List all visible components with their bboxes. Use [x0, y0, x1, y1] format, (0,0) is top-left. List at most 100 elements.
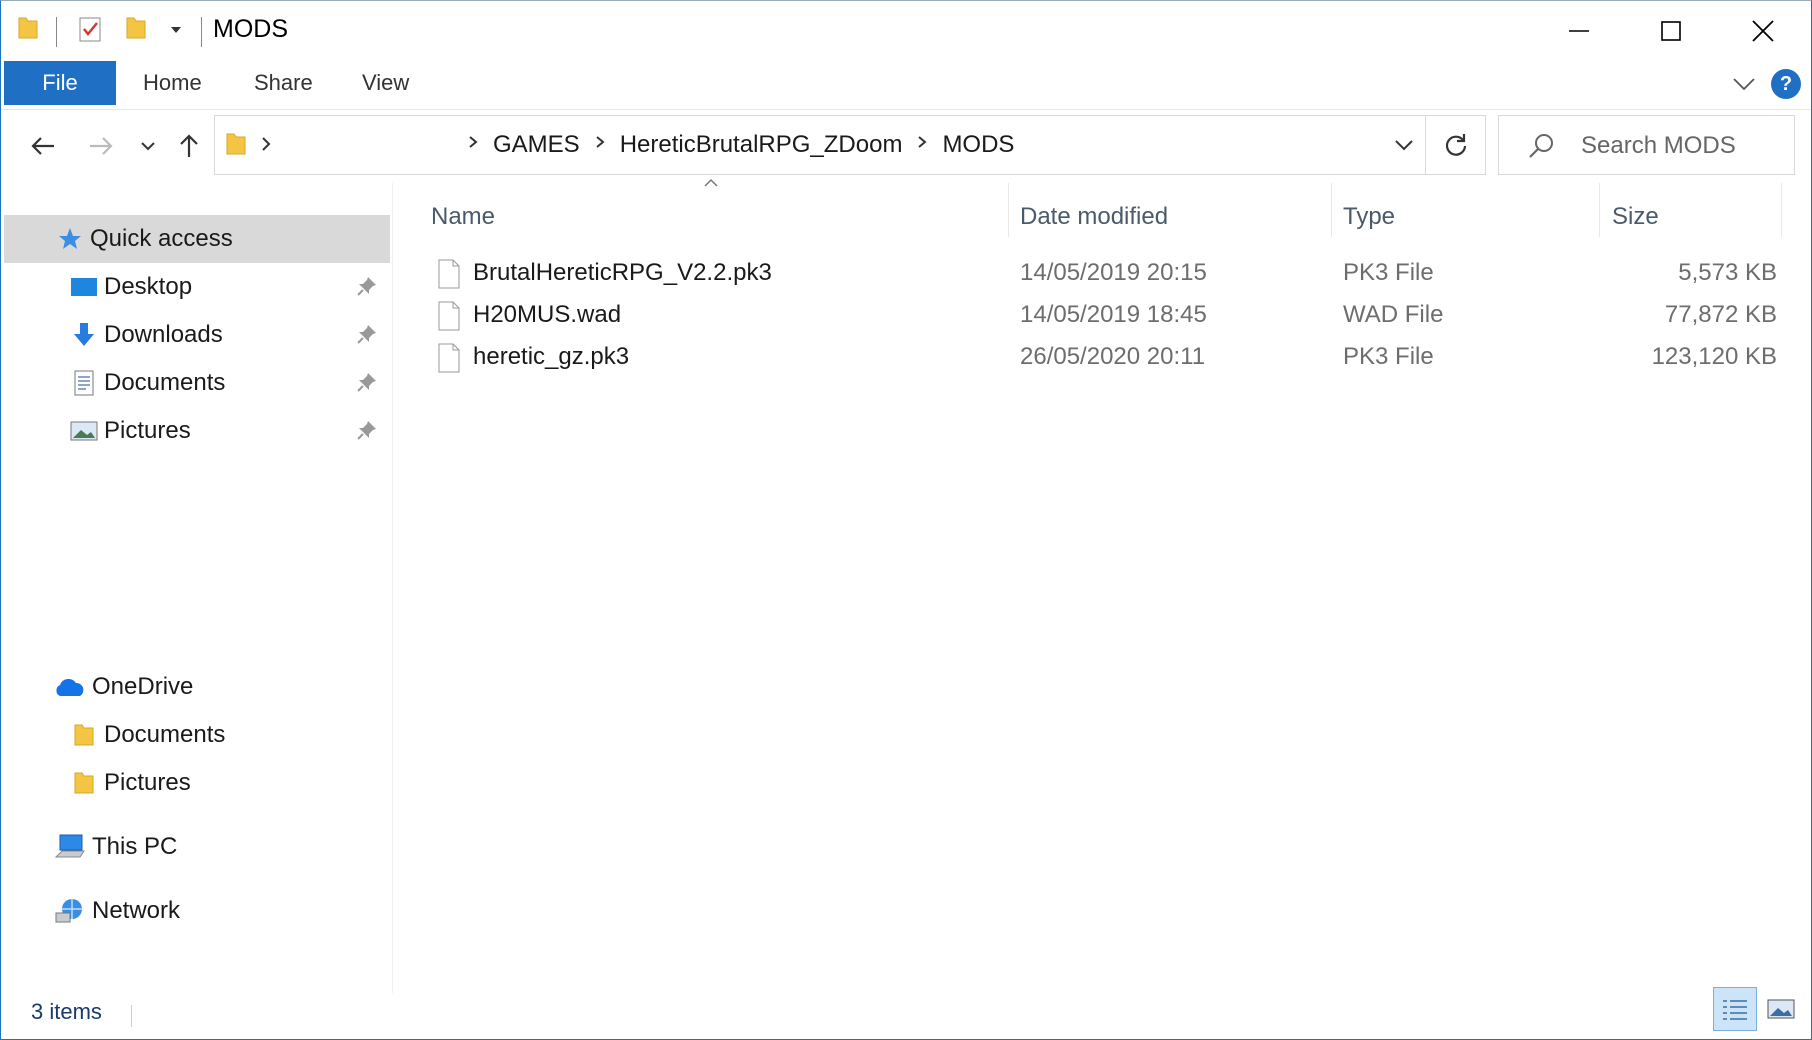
address-bar[interactable]: GAMES HereticBrutalRPG_ZDoom MODS [214, 115, 1486, 175]
sidebar-item-pictures[interactable]: Pictures [4, 407, 390, 455]
expand-ribbon-icon[interactable] [1729, 69, 1759, 99]
sidebar-item-onedrive[interactable]: OneDrive [4, 663, 390, 711]
chevron-down-icon [1395, 140, 1413, 151]
navigation-pane: Quick access Desktop Downloads Documents… [4, 201, 390, 991]
folder-icon [70, 769, 98, 797]
up-button[interactable] [169, 121, 209, 171]
sidebar-item-label: Desktop [104, 273, 193, 300]
chevron-right-icon[interactable] [594, 132, 606, 158]
folder-icon [225, 130, 247, 163]
file-date-modified: 14/05/2019 20:15 [1020, 259, 1207, 286]
column-header-type[interactable]: Type [1343, 191, 1395, 243]
file-date-modified: 26/05/2020 20:11 [1020, 343, 1206, 370]
file-row[interactable]: H20MUS.wad 14/05/2019 18:45 WAD File 77,… [429, 293, 1777, 335]
breadcrumb: GAMES HereticBrutalRPG_ZDoom MODS [453, 116, 1014, 174]
sidebar-item-label: Pictures [104, 769, 191, 796]
pictures-icon [70, 417, 98, 445]
minimize-icon [1569, 30, 1589, 32]
close-button[interactable] [1717, 1, 1809, 61]
sidebar-item-label: Documents [104, 369, 226, 396]
folder-icon [70, 721, 98, 749]
sidebar-item-label: Documents [104, 721, 226, 748]
pin-icon[interactable] [356, 371, 378, 400]
file-row[interactable]: BrutalHereticRPG_V2.2.pk3 14/05/2019 20:… [429, 251, 1777, 293]
help-button[interactable]: ? [1771, 69, 1801, 99]
toolbar-separator [56, 17, 57, 47]
chevron-right-icon[interactable] [259, 130, 273, 164]
search-input[interactable] [1579, 116, 1783, 176]
explorer-window: MODS File Home Share View ? GAMES Hereti… [0, 0, 1812, 1040]
tab-share[interactable]: Share [254, 61, 313, 105]
downloads-icon [70, 321, 98, 349]
breadcrumb-item-games[interactable]: GAMES [493, 131, 580, 159]
sidebar-item-label: Network [92, 897, 181, 924]
folder-icon[interactable] [17, 15, 39, 46]
properties-icon[interactable] [77, 15, 103, 48]
close-icon [1752, 20, 1774, 42]
tab-file[interactable]: File [4, 61, 116, 105]
file-date-modified: 14/05/2019 18:45 [1020, 301, 1207, 328]
details-view-icon [1723, 1000, 1747, 1020]
status-item-count: 3 items [31, 999, 102, 1024]
sidebar-item-network[interactable]: Network [4, 887, 390, 935]
chevron-right-icon[interactable] [916, 132, 928, 158]
sidebar-item-label: OneDrive [92, 673, 194, 700]
recent-locations-button[interactable] [128, 121, 168, 171]
title-bar: MODS [1, 1, 1811, 61]
back-arrow-icon [31, 137, 54, 155]
minimize-button[interactable] [1533, 1, 1625, 61]
column-divider[interactable] [1599, 183, 1600, 237]
toolbar-separator [201, 17, 202, 47]
file-size: 5,573 KB [1678, 259, 1777, 286]
dropdown-arrow-icon[interactable] [169, 23, 183, 42]
documents-icon [70, 369, 98, 397]
new-folder-icon[interactable] [125, 15, 147, 46]
sidebar-item-this-pc[interactable]: This PC [4, 823, 390, 871]
column-divider[interactable] [1008, 183, 1009, 237]
search-icon [1527, 132, 1555, 165]
chevron-down-icon [141, 142, 155, 151]
sidebar-item-onedrive-documents[interactable]: Documents [4, 711, 390, 759]
back-button[interactable] [23, 121, 63, 171]
file-icon [437, 343, 461, 380]
pin-icon[interactable] [356, 275, 378, 304]
column-header-date-modified[interactable]: Date modified [1020, 191, 1168, 243]
sidebar-item-label: Pictures [104, 417, 191, 444]
column-header-size[interactable]: Size [1612, 191, 1659, 243]
large-icons-view-button[interactable] [1759, 987, 1803, 1031]
column-header-name[interactable]: Name [431, 191, 495, 243]
forward-button[interactable] [81, 121, 121, 171]
sidebar-item-onedrive-pictures[interactable]: Pictures [4, 759, 390, 807]
column-divider[interactable] [1331, 183, 1332, 237]
refresh-button[interactable] [1425, 115, 1485, 175]
ribbon-tabs: File Home Share View ? [1, 61, 1811, 110]
chevron-right-icon[interactable] [467, 132, 479, 158]
sidebar-item-documents[interactable]: Documents [4, 359, 390, 407]
breadcrumb-item-hereticbrutalrpg[interactable]: HereticBrutalRPG_ZDoom [620, 131, 903, 159]
breadcrumb-item-mods[interactable]: MODS [942, 131, 1014, 159]
file-name: H20MUS.wad [473, 301, 622, 328]
window-title: MODS [213, 15, 288, 43]
maximize-icon [1661, 21, 1681, 41]
file-type: WAD File [1343, 301, 1444, 328]
tab-view[interactable]: View [362, 61, 409, 105]
search-box[interactable] [1498, 115, 1795, 176]
file-name: BrutalHereticRPG_V2.2.pk3 [473, 259, 772, 286]
up-arrow-icon [180, 134, 198, 157]
onedrive-icon [52, 673, 86, 701]
file-row[interactable]: heretic_gz.pk3 26/05/2020 20:11 PK3 File… [429, 335, 1777, 377]
computer-icon [54, 833, 86, 861]
details-view-button[interactable] [1713, 987, 1757, 1031]
pin-icon[interactable] [356, 323, 378, 352]
tab-home[interactable]: Home [143, 61, 202, 105]
maximize-button[interactable] [1625, 1, 1717, 61]
pane-divider[interactable] [392, 183, 393, 993]
star-icon [56, 225, 84, 253]
address-dropdown-button[interactable] [1377, 116, 1431, 174]
column-divider[interactable] [1781, 183, 1782, 237]
sidebar-item-quick-access[interactable]: Quick access [4, 215, 390, 263]
sidebar-item-desktop[interactable]: Desktop [4, 263, 390, 311]
file-size: 77,872 KB [1664, 301, 1777, 328]
pin-icon[interactable] [356, 419, 378, 448]
sidebar-item-downloads[interactable]: Downloads [4, 311, 390, 359]
